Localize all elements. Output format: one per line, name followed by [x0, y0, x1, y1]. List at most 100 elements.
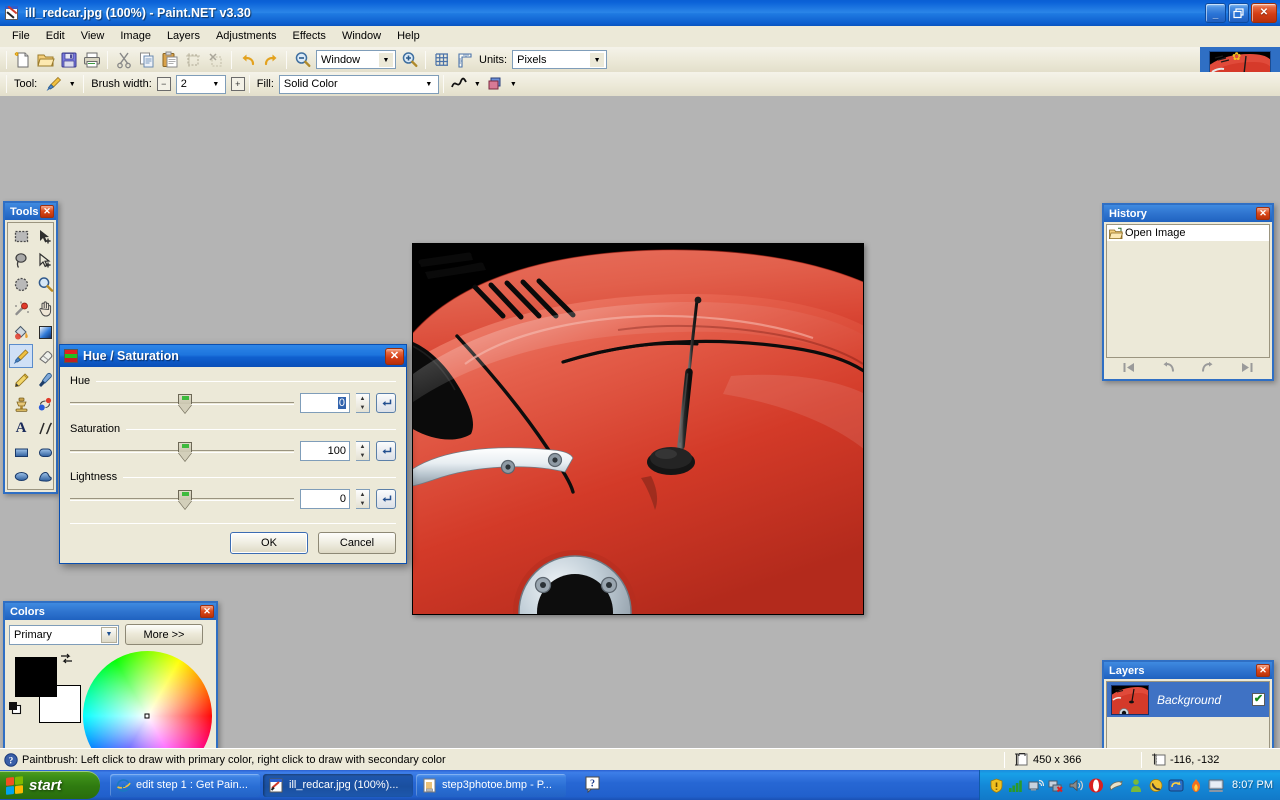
layers-palette[interactable]: Layers ✕ Background ✔: [1102, 660, 1274, 748]
ok-button[interactable]: OK: [230, 532, 308, 554]
brush-width-decrease-button[interactable]: −: [156, 77, 171, 91]
history-undo-button[interactable]: [1161, 361, 1176, 377]
zoom-in-button[interactable]: [398, 49, 421, 71]
menu-image[interactable]: Image: [112, 27, 159, 45]
color-wheel-cursor[interactable]: [144, 713, 150, 719]
history-palette[interactable]: History ✕ Open Image: [1102, 203, 1274, 381]
spin-up-icon[interactable]: ▲: [356, 394, 369, 403]
menu-window[interactable]: Window: [334, 27, 389, 45]
menu-edit[interactable]: Edit: [38, 27, 73, 45]
hue-slider-thumb[interactable]: [177, 394, 192, 414]
pencil-tool[interactable]: [9, 368, 33, 392]
reset-colors-icon[interactable]: [9, 702, 23, 715]
layer-visibility-checkbox[interactable]: ✔: [1252, 693, 1265, 706]
history-forward-all-button[interactable]: [1239, 361, 1254, 377]
taskbar-item-ie[interactable]: e edit step 1 : Get Pain...: [110, 773, 260, 797]
layers-palette-titlebar[interactable]: Layers ✕: [1104, 662, 1272, 679]
image-canvas[interactable]: [407, 243, 870, 674]
copy-button[interactable]: [135, 49, 158, 71]
deselect-button[interactable]: [204, 49, 227, 71]
layer-row[interactable]: Background ✔: [1107, 682, 1269, 717]
restore-button[interactable]: [1228, 3, 1249, 23]
cancel-button[interactable]: Cancel: [318, 532, 396, 554]
cut-button[interactable]: [112, 49, 135, 71]
redo-button[interactable]: [259, 49, 282, 71]
colors-palette-titlebar[interactable]: Colors ✕: [5, 603, 216, 620]
history-palette-titlebar[interactable]: History ✕: [1104, 205, 1272, 222]
minimize-button[interactable]: _: [1205, 3, 1226, 23]
freeform-shape-tool[interactable]: [33, 464, 57, 488]
zoom-level-combo[interactable]: Window ▼: [316, 50, 396, 69]
dialog-titlebar[interactable]: Hue / Saturation ✕: [60, 345, 406, 367]
zoom-tool[interactable]: [33, 272, 57, 296]
zoom-out-button[interactable]: [291, 49, 314, 71]
spin-up-icon[interactable]: ▲: [356, 442, 369, 451]
lightness-reset-button[interactable]: [376, 489, 396, 509]
canvas-work-area[interactable]: Tools ✕ A Colors ✕ Primary ▼ More >> His…: [0, 96, 1280, 748]
paste-button[interactable]: [158, 49, 181, 71]
line-curve-tool[interactable]: [33, 416, 57, 440]
taskbar-item-paint[interactable]: step3photoe.bmp - P...: [416, 773, 566, 797]
recolor-tool[interactable]: [33, 392, 57, 416]
layers-palette-close-button[interactable]: ✕: [1256, 664, 1270, 677]
antialiasing-button[interactable]: [448, 73, 471, 95]
saturation-slider[interactable]: [70, 438, 294, 464]
fill-combo[interactable]: Solid Color ▼: [278, 74, 439, 94]
move-selected-tool[interactable]: [33, 224, 57, 248]
paintbrush-tool[interactable]: [9, 344, 33, 368]
start-button[interactable]: start: [0, 771, 100, 799]
color-wheel[interactable]: [82, 651, 212, 748]
menu-adjustments[interactable]: Adjustments: [208, 27, 285, 45]
pan-tool[interactable]: [33, 296, 57, 320]
gradient-tool[interactable]: [33, 320, 57, 344]
saturation-slider-thumb[interactable]: [177, 442, 192, 462]
hue-value-input[interactable]: 0: [300, 393, 350, 413]
primary-color-swatch[interactable]: [15, 657, 57, 697]
rectangle-select-tool[interactable]: [9, 224, 33, 248]
menu-layers[interactable]: Layers: [159, 27, 208, 45]
move-selection-tool[interactable]: [33, 248, 57, 272]
print-button[interactable]: [80, 49, 103, 71]
spin-down-icon[interactable]: ▼: [356, 451, 369, 460]
rulers-button[interactable]: [453, 49, 476, 71]
rounded-rectangle-tool[interactable]: [33, 440, 57, 464]
saturation-spinner[interactable]: ▲ ▼: [356, 441, 370, 461]
chevron-down-icon[interactable]: ▼: [379, 53, 393, 67]
hue-slider[interactable]: [70, 390, 294, 416]
dialog-close-button[interactable]: ✕: [385, 347, 404, 365]
menu-view[interactable]: View: [73, 27, 113, 45]
lightness-value-input[interactable]: 0: [300, 489, 350, 509]
clone-stamp-tool[interactable]: [9, 392, 33, 416]
menu-file[interactable]: File: [4, 27, 38, 45]
tools-palette-titlebar[interactable]: Tools ✕: [5, 203, 56, 220]
blend-mode-button[interactable]: [484, 73, 507, 95]
menu-help[interactable]: Help: [389, 27, 428, 45]
open-button[interactable]: [34, 49, 57, 71]
eraser-tool[interactable]: [33, 344, 57, 368]
history-rewind-all-button[interactable]: [1122, 361, 1137, 377]
spin-down-icon[interactable]: ▼: [356, 403, 369, 412]
history-list[interactable]: Open Image: [1106, 224, 1270, 358]
help-tray-button[interactable]: ?: [584, 775, 602, 796]
history-palette-close-button[interactable]: ✕: [1256, 207, 1270, 220]
undo-button[interactable]: [236, 49, 259, 71]
magic-wand-tool[interactable]: [9, 296, 33, 320]
spin-up-icon[interactable]: ▲: [356, 490, 369, 499]
ellipse-tool[interactable]: [9, 464, 33, 488]
tools-palette-close-button[interactable]: ✕: [40, 205, 54, 218]
chevron-down-icon[interactable]: ▼: [209, 78, 223, 92]
ellipse-select-tool[interactable]: [9, 272, 33, 296]
antialiasing-dropdown-button[interactable]: ▼: [471, 73, 484, 95]
more-colors-button[interactable]: More >>: [125, 624, 203, 645]
history-redo-button[interactable]: [1200, 361, 1215, 377]
hue-saturation-dialog[interactable]: Hue / Saturation ✕ Hue 0 ▲ ▼ Saturation …: [59, 344, 407, 564]
new-button[interactable]: [11, 49, 34, 71]
lightness-spinner[interactable]: ▲ ▼: [356, 489, 370, 509]
color-picker-tool[interactable]: [33, 368, 57, 392]
current-tool-button[interactable]: [42, 73, 65, 95]
colors-palette[interactable]: Colors ✕ Primary ▼ More >>: [3, 601, 218, 748]
saturation-value-input[interactable]: 100: [300, 441, 350, 461]
menu-effects[interactable]: Effects: [285, 27, 334, 45]
layers-list[interactable]: Background ✔: [1106, 681, 1270, 748]
text-tool[interactable]: A: [9, 416, 33, 440]
